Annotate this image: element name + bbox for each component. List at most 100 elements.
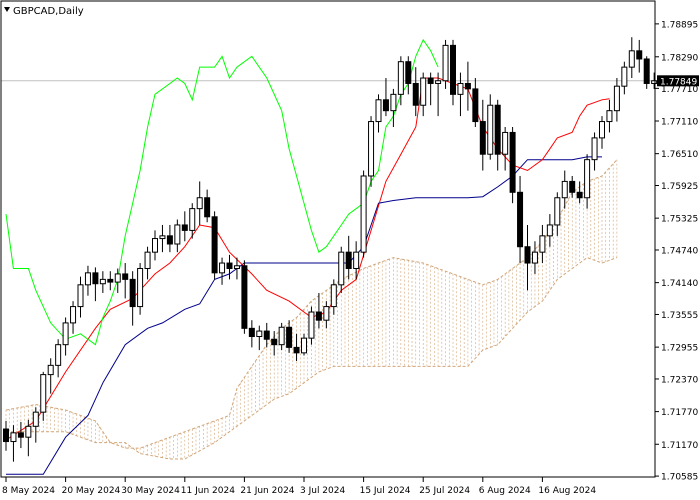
candle-bull: [25, 425, 32, 438]
candle-bull: [420, 77, 427, 106]
candle-bull: [144, 251, 151, 269]
candle-bull: [651, 80, 658, 84]
candle-bear: [17, 432, 24, 438]
candle-bear: [450, 44, 456, 95]
candle-bear: [166, 235, 173, 245]
candle-bull: [159, 235, 166, 240]
price-tick-label: 1.76510: [661, 150, 698, 160]
candle-bull: [70, 306, 77, 324]
candle-bear: [517, 191, 524, 248]
candle-bull: [435, 80, 442, 84]
current-price-tag: 1.77849: [657, 75, 699, 87]
price-chart[interactable]: 1.788951.782901.777101.771101.765101.759…: [0, 0, 700, 500]
candle-bear: [271, 338, 278, 346]
candle-bull: [338, 251, 345, 286]
candle-bear: [315, 311, 322, 321]
candle-bear: [211, 216, 218, 274]
candle-bull: [606, 110, 613, 123]
candle-bear: [472, 88, 479, 123]
time-tick-label: 3 Jul 2024: [300, 486, 345, 496]
chart-background: [0, 0, 700, 500]
candle-bear: [345, 251, 352, 269]
current-price-value: 1.77849: [660, 77, 697, 87]
candle-bear: [241, 265, 248, 329]
candle-bear: [286, 326, 293, 348]
time-tick-label: 8 May 2024: [2, 486, 55, 496]
candle-bear: [524, 246, 531, 264]
candle-bull: [561, 180, 568, 199]
candle-bull: [397, 61, 404, 95]
candle-bull: [584, 159, 591, 199]
candle-bull: [32, 411, 39, 427]
candle-bear: [226, 262, 233, 269]
time-tick-label: 21 Jun 2024: [240, 486, 294, 496]
candle-bull: [368, 121, 375, 177]
candle-bull: [375, 99, 382, 123]
candle-bull: [487, 104, 494, 155]
price-tick-label: 1.70585: [661, 473, 698, 483]
candle-bull: [137, 267, 144, 308]
candle-bull: [256, 330, 263, 338]
candle-bull: [233, 265, 240, 269]
price-tick-label: 1.73555: [661, 311, 698, 321]
price-tick-label: 1.77110: [661, 118, 698, 128]
candle-bull: [546, 224, 553, 237]
candle-bull: [308, 311, 315, 339]
candle-bull: [554, 197, 561, 226]
candle-bear: [263, 330, 270, 340]
candle-bull: [196, 197, 203, 210]
candle-bull: [278, 326, 285, 346]
price-tick-label: 1.72955: [661, 344, 698, 354]
candle-bull: [591, 137, 598, 161]
candle-bull: [502, 131, 509, 155]
candle-bull: [114, 273, 121, 283]
candle-bull: [621, 66, 628, 87]
candle-bull: [613, 85, 620, 112]
time-tick-label: 15 Jul 2024: [360, 486, 411, 496]
chart-window[interactable]: 1.78895 1.78290 1.77710 1.77110 1.76510 1.759…: [0, 0, 700, 500]
price-tick-label: 1.74740: [661, 246, 698, 256]
candle-bear: [479, 121, 486, 155]
candle-bull: [531, 251, 538, 264]
price-tick-label: 1.78290: [661, 53, 698, 63]
time-tick-label: 20 May 2024: [62, 486, 121, 496]
candle-bear: [107, 278, 114, 283]
time-tick-label: 16 Aug 2024: [538, 486, 596, 496]
time-tick-label: 6 Aug 2024: [479, 486, 531, 496]
candle-bull: [301, 337, 307, 354]
candle-bear: [643, 58, 650, 84]
symbol-timeframe-label: GBPCAD,Daily: [13, 6, 84, 17]
candle-bull: [62, 322, 69, 346]
candle-bull: [40, 374, 47, 413]
candle-bull: [77, 284, 84, 308]
candle-bear: [92, 272, 99, 285]
candle-bull: [99, 278, 106, 285]
price-tick-label: 1.75925: [661, 182, 698, 192]
candle-bear: [405, 61, 412, 84]
candle-bear: [382, 99, 389, 112]
candle-bear: [248, 327, 255, 338]
candle-bull: [390, 93, 397, 112]
candle-bull: [599, 121, 605, 139]
candle-bull: [55, 344, 62, 366]
candle-bear: [122, 273, 129, 280]
candle-bull: [539, 235, 546, 253]
candle-bull: [219, 262, 226, 274]
candle-bear: [509, 131, 516, 193]
price-axis[interactable]: 1.788951.782901.777101.771101.765101.759…: [655, 20, 698, 483]
candle-bull: [323, 306, 330, 321]
candle-bear: [576, 191, 583, 199]
candle-bull: [189, 208, 196, 231]
candle-bear: [569, 180, 576, 193]
candle-bull: [47, 364, 54, 376]
candle-bear: [494, 104, 501, 155]
candle-bull: [174, 224, 181, 245]
candle-bear: [129, 278, 136, 308]
candle-bear: [464, 82, 471, 90]
candle-bull: [152, 238, 158, 253]
candle-bull: [330, 284, 337, 308]
candle-bull: [628, 50, 635, 68]
candle-bull: [84, 272, 91, 286]
candle-bear: [181, 224, 188, 231]
candle-bear: [3, 428, 9, 443]
